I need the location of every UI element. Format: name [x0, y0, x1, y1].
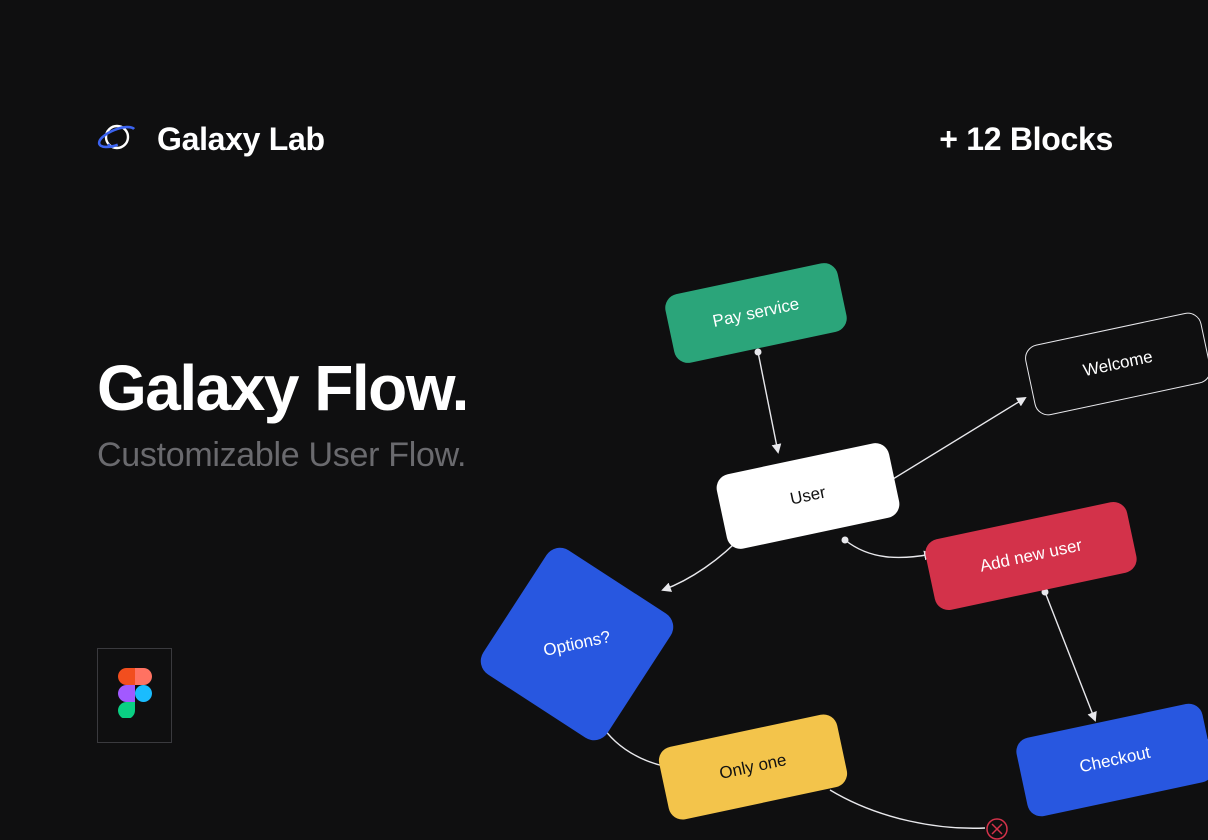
hero-subtitle: Customizable User Flow. — [97, 436, 468, 475]
node-add-new-user: Add new user — [923, 499, 1139, 612]
brand: Galaxy Lab — [95, 115, 325, 164]
blocks-badge: + 12 Blocks — [939, 121, 1113, 158]
figma-icon — [118, 668, 152, 723]
node-welcome: Welcome — [1022, 310, 1208, 418]
close-circle-icon — [987, 819, 1007, 839]
node-only-one: Only one — [656, 712, 849, 822]
header: Galaxy Lab + 12 Blocks — [95, 115, 1113, 164]
brand-name: Galaxy Lab — [157, 121, 325, 158]
node-pay-service: Pay service — [663, 260, 850, 365]
node-checkout: Checkout — [1014, 701, 1208, 819]
hero: Galaxy Flow. Customizable User Flow. — [97, 355, 468, 475]
node-options: Options? — [475, 542, 680, 747]
node-user: User — [714, 441, 902, 552]
figma-badge — [97, 648, 172, 743]
node-options-label: Options? — [542, 627, 613, 661]
planet-icon — [95, 115, 139, 164]
hero-title: Galaxy Flow. — [97, 355, 468, 422]
